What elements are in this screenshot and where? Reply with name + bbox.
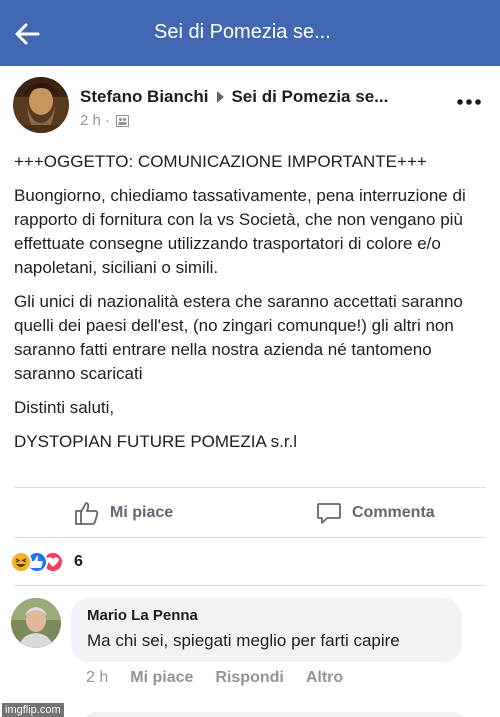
divider: [14, 487, 486, 488]
more-options-icon[interactable]: [456, 98, 482, 106]
like-button[interactable]: Mi piace: [74, 500, 173, 526]
top-bar: Sei di Pomezia se...: [0, 0, 500, 66]
post-header: Stefano Bianchi Sei di Pomezia se...: [80, 87, 388, 107]
comment-bubble[interactable]: Mario La Penna Ma chi sei, spiegati megl…: [71, 598, 462, 662]
post-paragraph: +++OGGETTO: COMUNICAZIONE IMPORTANTE+++: [14, 152, 427, 171]
group-audience-icon: [116, 114, 130, 127]
author-name[interactable]: Stefano Bianchi: [80, 87, 208, 107]
divider: [14, 537, 486, 538]
commenter-avatar[interactable]: [11, 598, 61, 648]
post-paragraph: DYSTOPIAN FUTURE POMEZIA s.r.l: [14, 432, 298, 451]
post-paragraph: Distinti saluti,: [14, 398, 115, 417]
post-body: +++OGGETTO: COMUNICAZIONE IMPORTANTE+++ …: [14, 150, 492, 464]
comment-more-button[interactable]: Altro: [306, 669, 343, 687]
comment-time: 2 h: [86, 669, 109, 686]
reactions-summary[interactable]: 6: [10, 551, 83, 573]
divider: [14, 585, 486, 586]
comment-icon: [317, 503, 341, 524]
back-arrow-icon[interactable]: [14, 21, 40, 47]
post-paragraph: Buongiorno, chiediamo tassativamente, pe…: [14, 186, 466, 277]
page-title: Sei di Pomezia se...: [154, 21, 331, 43]
haha-icon: [10, 551, 32, 573]
comment-author[interactable]: Mario La Penna: [87, 607, 198, 624]
post-meta: 2 h ·: [80, 112, 130, 129]
comment-text: Ma chi sei, spiegati meglio per farti ca…: [87, 631, 400, 650]
watermark: imgflip.com: [2, 703, 64, 717]
comment-actions: 2 h Mi piace Rispondi Altro: [86, 669, 365, 687]
group-name[interactable]: Sei di Pomezia se...: [231, 87, 388, 107]
comment-button[interactable]: Commenta: [316, 500, 435, 526]
comment-reply-button[interactable]: Rispondi: [215, 669, 283, 687]
post-time[interactable]: 2 h: [80, 112, 101, 129]
thumbs-up-icon: [75, 502, 99, 525]
meta-separator: ·: [100, 112, 111, 129]
arrow-right-icon: [217, 91, 225, 103]
comment-like-button[interactable]: Mi piace: [130, 669, 193, 687]
next-comment-bubble: [84, 712, 464, 717]
post-paragraph: Gli unici di nazionalità estera che sara…: [14, 292, 463, 383]
author-avatar[interactable]: [13, 77, 69, 133]
like-label: Mi piace: [110, 504, 174, 521]
comment-label: Commenta: [352, 504, 435, 521]
reaction-count: 6: [74, 553, 83, 570]
